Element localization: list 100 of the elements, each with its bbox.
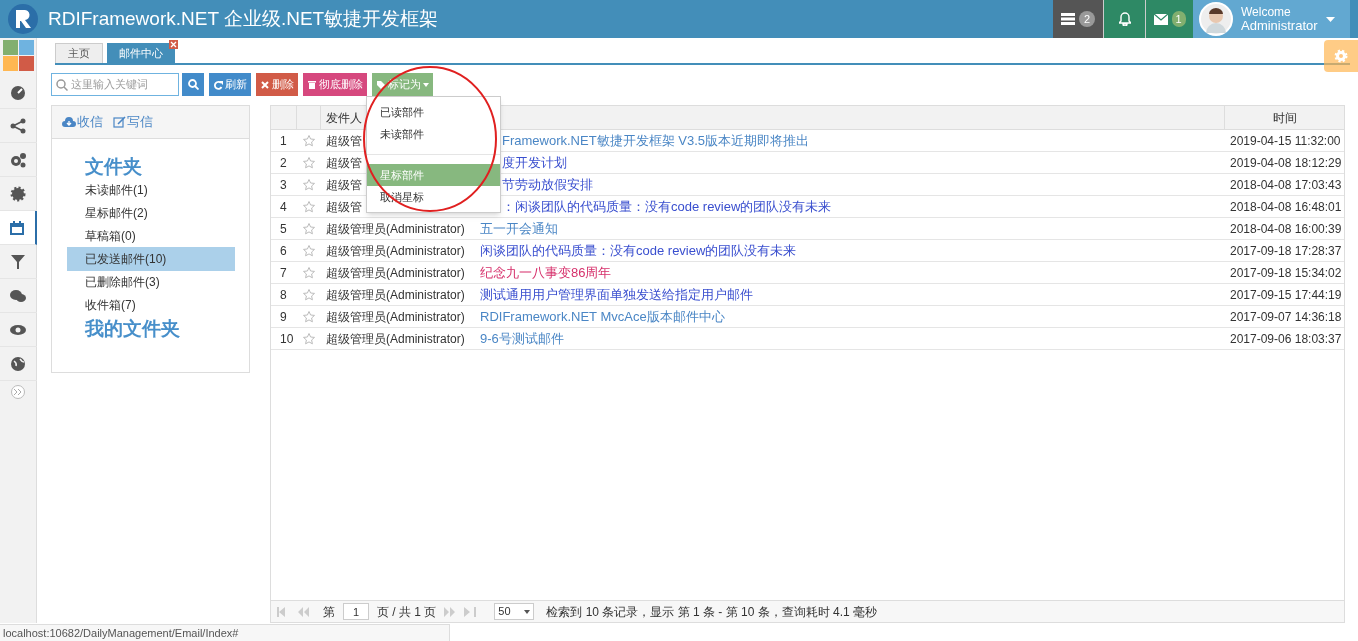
sender-cell: 超级管理员(Administrator) — [326, 265, 465, 280]
star-icon[interactable] — [303, 200, 315, 213]
settings-button[interactable] — [1324, 40, 1358, 72]
page-total: 页 / 共 1 页 — [377, 603, 437, 621]
purge-button[interactable]: 彻底删除 — [303, 73, 367, 96]
time-cell-text: 2017-09-18 17:28:37 — [1229, 242, 1343, 260]
notifications-button[interactable] — [1103, 0, 1145, 38]
row-number: 1 — [279, 132, 288, 150]
compose-link[interactable]: 写信 — [113, 112, 153, 132]
share-icon — [10, 117, 26, 134]
previous-page-icon[interactable] — [297, 606, 309, 617]
folder-item[interactable]: 收件箱(7) — [67, 293, 235, 317]
subject-link[interactable]: 节劳动放假安排 — [502, 176, 593, 192]
status-url: localhost:10682/DailyManagement/Email/Index# — [0, 624, 450, 641]
column-header: 时间 — [1271, 109, 1298, 127]
search-input[interactable]: 这里输入关键词 — [71, 76, 171, 93]
sidebar-item[interactable] — [0, 211, 37, 245]
folder-heading: 文件夹 — [84, 155, 143, 179]
receive-link[interactable]: 收信 — [62, 112, 103, 132]
folder-item[interactable]: 未读邮件(1) — [67, 178, 235, 202]
page-field[interactable]: 1 — [343, 603, 369, 620]
subject-link[interactable]: 度开发计划 — [502, 154, 567, 170]
refresh-button[interactable]: 刷新 — [209, 73, 251, 96]
app-title: RDIFramework.NET 企业级.NET敏捷开发框架 — [48, 6, 439, 31]
subject-link[interactable]: 闲谈团队的代码质量：没有code review的团队没有未来 — [480, 242, 797, 258]
sender-cell: 超级管 — [326, 177, 362, 192]
search-button[interactable] — [182, 73, 204, 96]
sender-cell: 超级管理员(Administrator) — [326, 221, 465, 236]
folder-heading: 我的文件夹 — [84, 317, 181, 341]
time-cell-text: 2017-09-18 15:34:02 — [1229, 264, 1343, 282]
sender-cell: 超级管 — [326, 133, 362, 148]
row-number: 10 — [279, 330, 295, 348]
star-icon[interactable] — [303, 266, 315, 279]
row-number: 9 — [279, 308, 288, 326]
caret-icon — [1325, 16, 1335, 22]
time-cell-text: 2018-04-08 16:48:01 — [1229, 198, 1343, 216]
subject-link[interactable]: RDIFramework.NET MvcAce版本邮件中心 — [480, 308, 725, 324]
star-icon[interactable] — [303, 178, 315, 191]
time-cell-text: 2017-09-07 14:36:18 — [1229, 308, 1343, 326]
star-icon[interactable] — [303, 222, 315, 235]
time-cell-text: 2017-09-06 18:03:37 — [1229, 330, 1343, 348]
sender-cell: 超级管理员(Administrator) — [326, 331, 465, 346]
search-field[interactable]: 这里输入关键词 — [51, 73, 179, 96]
folder-item[interactable]: 已发送邮件(10) — [67, 247, 235, 271]
row-number: 7 — [279, 264, 288, 282]
page-label: 第 — [323, 603, 335, 621]
dashboard-icon — [10, 83, 26, 100]
avatar-icon — [1199, 2, 1233, 36]
bell-icon — [1118, 12, 1131, 26]
row-number: 3 — [279, 176, 288, 194]
tag-icon — [376, 79, 386, 90]
tab[interactable]: 主页 — [55, 43, 103, 63]
subject-link[interactable]: 测试通用用户管理界面单独发送给指定用户邮件 — [480, 286, 753, 302]
collapse-button[interactable] — [11, 385, 25, 399]
time-cell-text: 2018-04-08 16:00:39 — [1229, 220, 1343, 238]
caret-icon — [524, 609, 531, 614]
subject-link[interactable]: Framework.NET敏捷开发框架 V3.5版本近期即将推出 — [502, 132, 809, 148]
double-chevron-icon — [14, 389, 22, 395]
close-icon — [260, 79, 270, 90]
row-number: 8 — [279, 286, 288, 304]
row-number: 2 — [279, 154, 288, 172]
row-number: 6 — [279, 242, 288, 260]
edit-icon — [113, 116, 126, 128]
trash-icon — [307, 79, 317, 90]
subject-link[interactable]: ：闲谈团队的代码质量：没有code review的团队没有未来 — [502, 198, 832, 214]
tab[interactable]: 邮件中心 — [107, 43, 175, 63]
subject-link[interactable]: 五一开会通知 — [480, 220, 558, 236]
gears-icon — [10, 151, 26, 168]
sender-cell: 超级管 — [326, 199, 362, 214]
globe-icon — [10, 355, 26, 372]
chat-icon — [10, 287, 26, 304]
star-icon[interactable] — [303, 156, 315, 169]
search-icon — [187, 79, 199, 90]
star-icon[interactable] — [303, 310, 315, 323]
menu-item[interactable]: 已读部件 — [367, 101, 500, 123]
folder-item[interactable]: 已删除邮件(3) — [67, 270, 235, 294]
next-page-icon[interactable] — [444, 606, 457, 617]
star-icon[interactable] — [303, 288, 315, 301]
subject-link[interactable]: 纪念九一八事变86周年 — [480, 264, 612, 280]
delete-button[interactable]: 删除 — [256, 73, 298, 96]
star-icon[interactable] — [303, 332, 315, 345]
time-cell-text: 2017-09-15 17:44:19 — [1229, 286, 1343, 304]
task-count-badge: 2 — [1079, 11, 1095, 27]
calendar-icon — [9, 219, 25, 236]
folder-item[interactable]: 草稿箱(0) — [67, 224, 235, 248]
last-page-icon[interactable] — [464, 606, 477, 617]
close-icon[interactable] — [169, 40, 178, 49]
filter-icon — [10, 253, 26, 270]
subject-link[interactable]: 9-6号测试邮件 — [480, 330, 564, 346]
settings-icon — [1333, 48, 1349, 64]
star-icon[interactable] — [303, 244, 315, 257]
menu-item[interactable]: 未读部件 — [367, 123, 500, 145]
folder-item[interactable]: 星标邮件(2) — [67, 201, 235, 225]
welcome-label: Welcome — [1241, 6, 1292, 19]
page-size-select[interactable]: 50 — [494, 603, 535, 620]
sender-cell: 超级管理员(Administrator) — [326, 287, 465, 302]
user-name: Administrator — [1241, 19, 1318, 32]
shortcuts-icon[interactable] — [2, 40, 34, 71]
search-icon — [56, 78, 68, 91]
star-icon[interactable] — [303, 134, 315, 147]
